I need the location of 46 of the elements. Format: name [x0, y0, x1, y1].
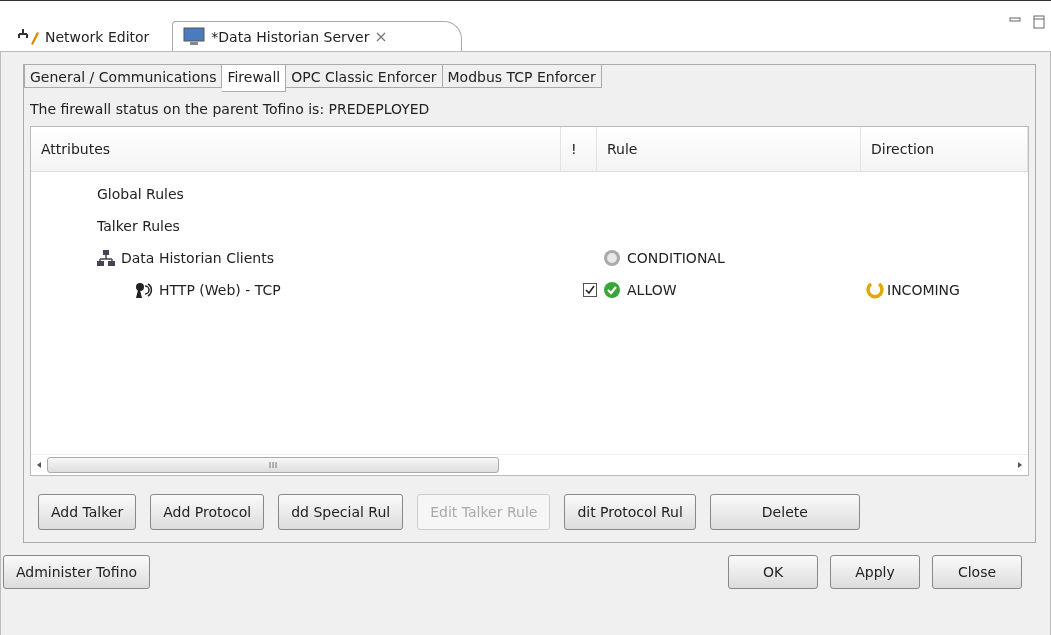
rule-text: CONDITIONAL — [627, 250, 725, 266]
tree-item-label: Talker Rules — [97, 218, 180, 234]
action-button[interactable]: dit Protocol Rul — [564, 494, 696, 530]
horizontal-scrollbar[interactable] — [31, 454, 1028, 475]
administer-button[interactable]: Administer Tofino — [3, 555, 151, 589]
scrollbar-thumb[interactable] — [47, 457, 499, 473]
tree-item-label: Global Rules — [97, 186, 184, 202]
tab[interactable]: Modbus TCP Enforcer — [442, 64, 602, 88]
direction-text: INCOMING — [887, 282, 960, 298]
dialog-button[interactable]: OK — [728, 555, 818, 589]
editor-tab[interactable]: *Data Historian Server — [172, 21, 463, 51]
tab[interactable]: General / Communications — [24, 64, 223, 88]
close-icon[interactable] — [375, 30, 388, 43]
grip-icon — [268, 462, 278, 468]
maximize-icon[interactable] — [1033, 15, 1045, 29]
column-header[interactable]: Rule — [597, 127, 861, 171]
table-row[interactable]: Global Rules — [31, 178, 1028, 210]
action-button[interactable]: Delete — [709, 494, 860, 530]
tree-item-label: HTTP (Web) - TCP — [159, 282, 281, 298]
checkbox[interactable] — [583, 283, 597, 297]
column-header[interactable]: Direction — [861, 127, 1028, 171]
tab[interactable]: OPC Classic Enforcer — [286, 64, 443, 88]
dialog-button[interactable]: Apply — [830, 555, 920, 589]
table-row[interactable]: Talker Rules — [31, 210, 1028, 242]
network-group-icon — [97, 249, 115, 267]
minimize-icon[interactable] — [1009, 15, 1021, 25]
editor-tab[interactable]: Network Editor — [6, 21, 161, 51]
status-text: The firewall status on the parent Tofino is: PREDEPLOYED — [29, 100, 431, 119]
table-row[interactable]: Data Historian Clients CONDITIONAL — [31, 242, 1028, 274]
tree-item-label: Data Historian Clients — [121, 250, 274, 266]
tab[interactable]: Firewall — [222, 64, 287, 92]
action-button[interactable]: Add Talker — [38, 494, 137, 530]
dialog-button[interactable]: Close — [932, 555, 1022, 589]
rule-text: ALLOW — [627, 282, 677, 298]
check-circle-icon — [603, 281, 621, 299]
network-icon — [17, 27, 39, 46]
column-header[interactable]: ! — [561, 127, 597, 171]
action-button[interactable]: dd Special Rul — [278, 494, 404, 530]
scroll-left-icon[interactable] — [35, 461, 43, 469]
scroll-right-icon[interactable] — [1016, 461, 1024, 469]
talker-protocol-icon — [135, 282, 153, 298]
monitor-icon — [183, 26, 206, 47]
action-button[interactable]: Add Protocol — [150, 494, 265, 530]
column-header[interactable]: Attributes — [31, 127, 561, 171]
table-row[interactable]: HTTP (Web) - TCP ALLOW INCOMING — [31, 274, 1028, 306]
ring-icon — [603, 249, 621, 267]
